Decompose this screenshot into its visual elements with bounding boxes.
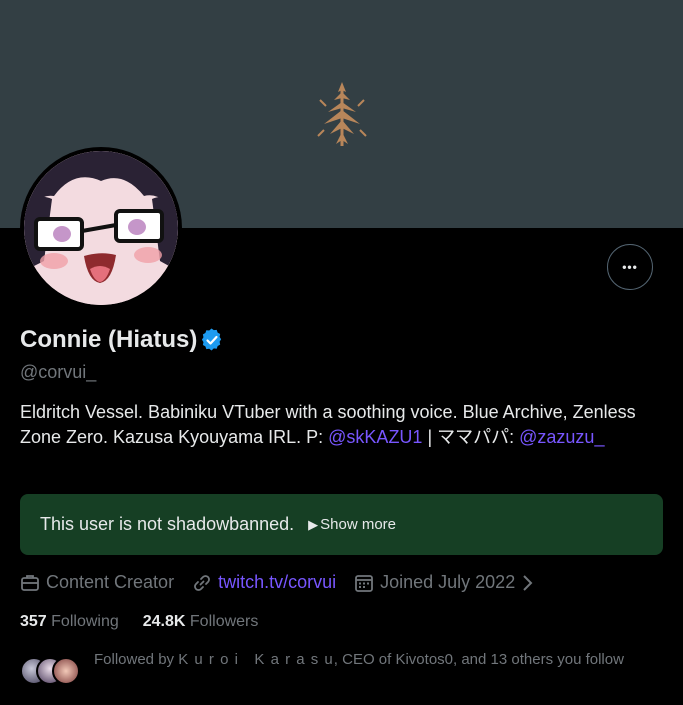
followed-by-names[interactable]: K u r o i K a r a s u [178,651,334,668]
following-count: 357 [20,613,47,630]
verified-badge-icon[interactable] [200,328,224,352]
user-handle: @corvui_ [20,362,97,382]
joined-label: Joined July 2022 [380,572,516,592]
followers-link[interactable]: 24.8K Followers [143,613,259,631]
briefcase-icon [21,574,39,591]
category-item: Content Creator [20,572,174,593]
followed-by-row[interactable]: Followed by K u r o i K a r a s u, CEO o… [20,649,654,685]
following-label: Following [51,613,119,630]
category-label: Content Creator [46,572,175,592]
play-triangle-icon: ▶ [308,516,319,532]
website-link[interactable]: twitch.tv/corvui [218,572,336,593]
joined-item[interactable]: Joined July 2022 [354,572,539,593]
link-icon [194,574,210,591]
show-more-button[interactable]: ▶ Show more [308,516,396,533]
followers-count: 24.8K [142,613,186,630]
followed-by-suffix: , CEO of Kivotos0, and 13 others you fol… [333,651,624,668]
followers-label: Followers [189,613,259,630]
followed-by-prefix: Followed by [94,651,179,668]
following-link[interactable]: 357 Following [20,613,119,631]
bio-text-2: | ママパパ: [422,427,520,447]
show-more-label: Show more [320,516,397,533]
bio-mention-link-2[interactable]: @zazuzu_ [519,427,604,447]
profile-meta: Content Creator twitch.tv/corvui Joined … [20,572,557,593]
shadowban-status-text: This user is not shadowbanned. [40,514,295,534]
followed-by-avatars [20,657,84,685]
profile-bio: Eldritch Vessel. Babiniku VTuber with a … [20,400,660,450]
follow-stats: 357 Following 24.8K Followers [20,613,282,631]
more-horizontal-icon: ••• [622,260,638,274]
chevron-right-icon [523,574,533,591]
website-item[interactable]: twitch.tv/corvui [192,572,336,593]
bio-mention-link[interactable]: @skKAZU1 [328,427,422,447]
followed-by-text: Followed by K u r o i K a r a s u, CEO o… [94,649,654,685]
name-row: Connie (Hiatus) [20,326,224,354]
emblem-icon [317,82,367,146]
calendar-icon [355,574,374,592]
more-options-button[interactable]: ••• [607,244,653,290]
shadowban-status-box: This user is not shadowbanned. ▶ Show mo… [20,494,663,555]
display-name: Connie (Hiatus) [20,326,198,353]
avatar-image [24,151,178,305]
follower-avatar [52,657,80,685]
profile-avatar[interactable] [20,147,182,309]
